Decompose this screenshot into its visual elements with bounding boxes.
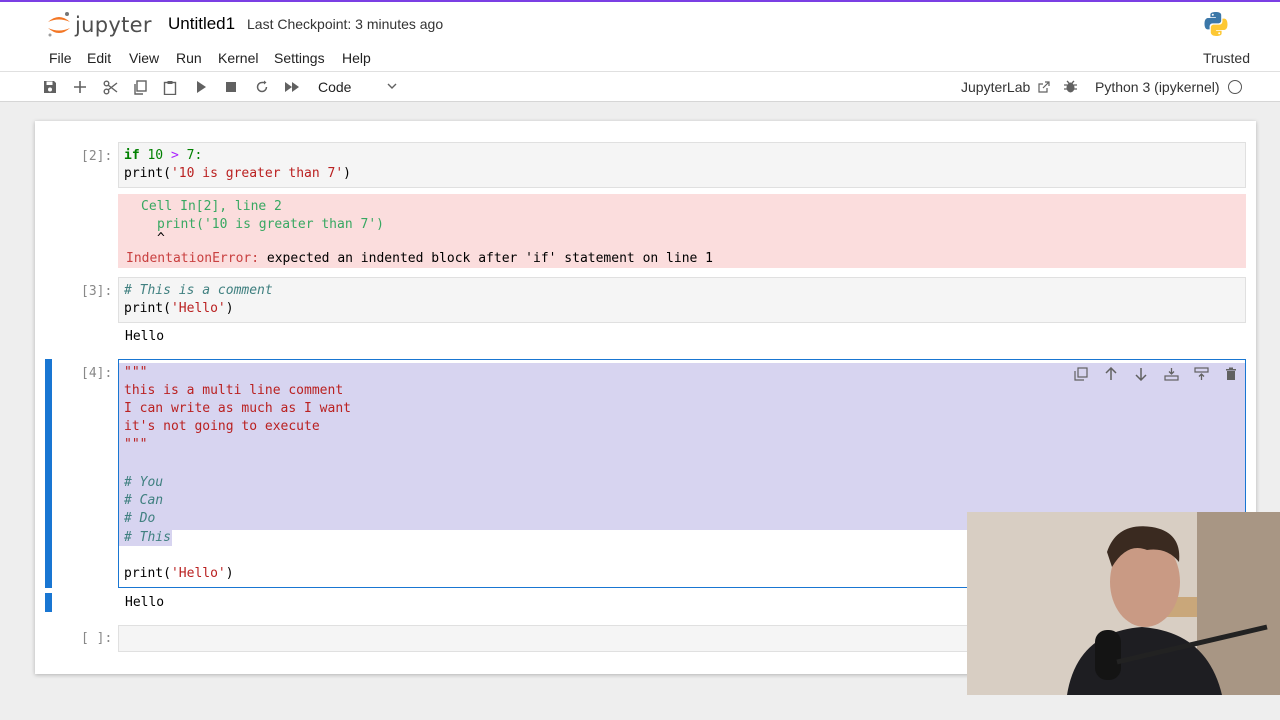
chevron-down-icon bbox=[386, 79, 398, 95]
move-down-icon[interactable] bbox=[1132, 365, 1150, 383]
menu-kernel[interactable]: Kernel bbox=[218, 50, 258, 66]
code-line: """ bbox=[124, 365, 148, 380]
code-line: if 10 > 7: bbox=[124, 148, 203, 163]
delete-cell-icon[interactable] bbox=[1222, 365, 1240, 383]
notebook-toolbar: Code JupyterLab Python 3 (ipykernel) bbox=[0, 72, 1280, 102]
code-line: # This is a comment bbox=[124, 283, 273, 298]
insert-below-icon[interactable] bbox=[1192, 365, 1210, 383]
python-logo-icon bbox=[1203, 11, 1229, 42]
code-line: it's not going to execute bbox=[124, 419, 320, 434]
cell-prompt: [3]: bbox=[81, 284, 113, 299]
stop-icon[interactable] bbox=[222, 78, 240, 96]
notebook-title[interactable]: Untitled1 bbox=[168, 14, 235, 34]
paste-icon[interactable] bbox=[161, 78, 179, 96]
cell-toolbar bbox=[1072, 365, 1240, 383]
error-location: Cell In[2], line 2 bbox=[141, 199, 282, 214]
kernel-status-icon bbox=[1228, 80, 1242, 94]
error-code: print('10 is greater than 7') bbox=[157, 217, 384, 232]
presenter-video-image bbox=[967, 512, 1280, 695]
cut-icon[interactable] bbox=[101, 78, 119, 96]
error-caret: ^ bbox=[157, 231, 165, 246]
active-cell-indicator bbox=[45, 359, 52, 588]
cell-prompt: [4]: bbox=[81, 366, 113, 381]
checkpoint-status: Last Checkpoint: 3 minutes ago bbox=[247, 16, 444, 32]
jupyterlab-link[interactable]: JupyterLab bbox=[961, 79, 1050, 95]
cell-output: Hello bbox=[125, 329, 165, 344]
code-line: # This bbox=[124, 530, 171, 545]
code-cell-3[interactable] bbox=[118, 277, 1246, 323]
cell-output: Hello bbox=[125, 595, 165, 610]
copy-icon[interactable] bbox=[131, 78, 149, 96]
cell-type-value: Code bbox=[318, 79, 352, 95]
menu-run[interactable]: Run bbox=[176, 50, 202, 66]
code-line: """ bbox=[124, 437, 148, 452]
add-cell-icon[interactable] bbox=[71, 78, 89, 96]
code-line: # You bbox=[124, 475, 164, 490]
code-line: print('10 is greater than 7') bbox=[124, 166, 351, 181]
code-line: I can write as much as I want bbox=[124, 401, 351, 416]
code-line: print('Hello') bbox=[124, 301, 234, 316]
menu-file[interactable]: File bbox=[49, 50, 72, 66]
cell-prompt: [2]: bbox=[81, 149, 113, 164]
menu-settings[interactable]: Settings bbox=[274, 50, 325, 66]
menu-bar: File Edit View Run Kernel Settings Help … bbox=[0, 44, 1280, 72]
bug-icon[interactable] bbox=[1063, 79, 1078, 99]
jupyterlab-label: JupyterLab bbox=[961, 79, 1031, 95]
menu-edit[interactable]: Edit bbox=[87, 50, 111, 66]
menu-view[interactable]: View bbox=[129, 50, 159, 66]
save-icon[interactable] bbox=[41, 78, 59, 96]
logo-text: jupyter bbox=[75, 13, 152, 37]
code-line: # Can bbox=[124, 493, 164, 508]
code-line: # Do bbox=[124, 511, 156, 526]
move-up-icon[interactable] bbox=[1102, 365, 1120, 383]
restart-icon[interactable] bbox=[253, 78, 271, 96]
duplicate-cell-icon[interactable] bbox=[1072, 365, 1090, 383]
insert-above-icon[interactable] bbox=[1162, 365, 1180, 383]
jupyter-logo-icon bbox=[48, 12, 70, 37]
menu-help[interactable]: Help bbox=[342, 50, 371, 66]
code-cell-2[interactable] bbox=[118, 142, 1246, 188]
webcam-overlay bbox=[967, 512, 1280, 695]
top-bar: jupyter Untitled1 Last Checkpoint: 3 min… bbox=[0, 0, 1280, 44]
cell-prompt: [ ]: bbox=[81, 631, 113, 646]
error-message: IndentationError: expected an indented b… bbox=[126, 251, 714, 266]
trusted-indicator[interactable]: Trusted bbox=[1203, 50, 1250, 66]
external-link-icon bbox=[1038, 81, 1050, 93]
run-icon[interactable] bbox=[192, 78, 210, 96]
jupyter-logo[interactable]: jupyter bbox=[46, 10, 152, 40]
code-line: this is a multi line comment bbox=[124, 383, 344, 398]
code-line: print('Hello') bbox=[124, 566, 234, 581]
cell-type-select[interactable]: Code bbox=[310, 75, 402, 99]
active-output-indicator bbox=[45, 593, 52, 612]
kernel-name[interactable]: Python 3 (ipykernel) bbox=[1095, 79, 1220, 95]
fast-forward-icon[interactable] bbox=[283, 78, 301, 96]
